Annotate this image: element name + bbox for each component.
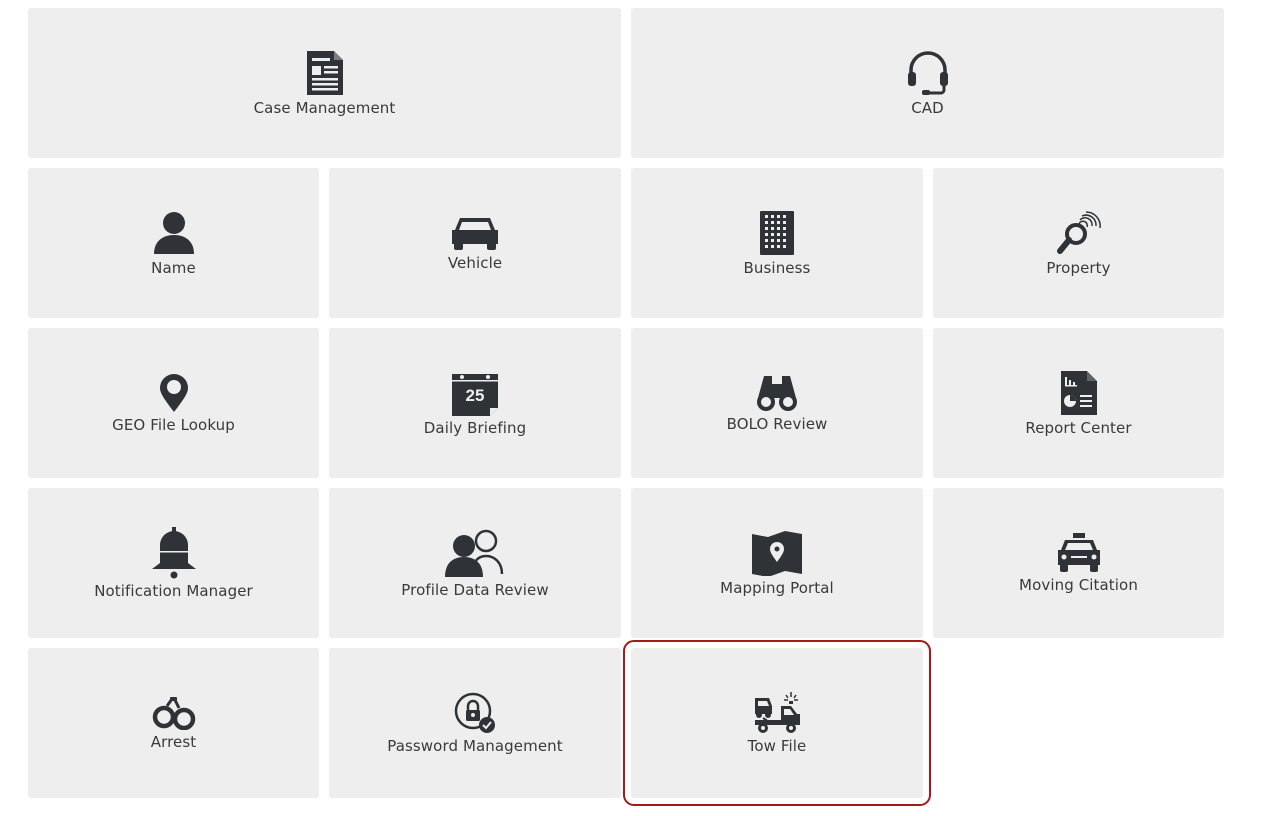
- tile-label: GEO File Lookup: [112, 415, 235, 434]
- users-icon: [444, 528, 506, 578]
- tile-label: Daily Briefing: [423, 418, 527, 437]
- headset-icon: [905, 50, 951, 96]
- fingerprint-magnifier-icon: [1056, 210, 1102, 256]
- report-icon: [1060, 370, 1098, 416]
- tile-password-management[interactable]: Password Management: [329, 648, 621, 798]
- tile-label: Mapping Portal: [720, 578, 834, 597]
- tile-notification-manager[interactable]: Notification Manager: [28, 488, 319, 638]
- tile-report-center[interactable]: Report Center: [933, 328, 1224, 478]
- tile-name[interactable]: Name: [28, 168, 319, 318]
- tile-label: CAD: [911, 98, 944, 117]
- binoculars-icon: [755, 374, 799, 412]
- tile-cad[interactable]: CAD: [631, 8, 1224, 158]
- tile-tow-file[interactable]: Tow File: [623, 640, 931, 806]
- tile-arrest[interactable]: Arrest: [28, 648, 319, 798]
- map-icon: [751, 530, 803, 576]
- tile-label: Business: [743, 258, 811, 277]
- calendar-icon: 25: [451, 370, 499, 416]
- tile-label: Property: [1046, 258, 1111, 277]
- tile-business[interactable]: Business: [631, 168, 923, 318]
- tile-label: Report Center: [1025, 418, 1132, 437]
- tile-label: Name: [151, 258, 196, 277]
- tile-label: Case Management: [253, 98, 396, 117]
- tile-label: Notification Manager: [94, 581, 253, 600]
- tile-property[interactable]: Property: [933, 168, 1224, 318]
- tile-bolo-review[interactable]: BOLO Review: [631, 328, 923, 478]
- tile-vehicle[interactable]: Vehicle: [329, 168, 621, 318]
- tile-label: Vehicle: [447, 253, 503, 272]
- person-icon: [152, 210, 196, 256]
- tile-case-management[interactable]: Case Management: [28, 8, 621, 158]
- document-icon: [305, 50, 345, 96]
- map-pin-icon: [158, 373, 190, 413]
- tile-moving-citation[interactable]: Moving Citation: [933, 488, 1224, 638]
- tile-geo-file-lookup[interactable]: GEO File Lookup: [28, 328, 319, 478]
- tile-label: Arrest: [150, 732, 197, 751]
- tile-mapping-portal[interactable]: Mapping Portal: [631, 488, 923, 638]
- building-icon: [759, 210, 795, 256]
- tile-label: Tow File: [747, 736, 807, 755]
- tile-label: Profile Data Review: [401, 580, 549, 599]
- lock-check-icon: [454, 692, 496, 734]
- tow-truck-icon: [753, 691, 801, 734]
- calendar-day: 25: [465, 385, 485, 405]
- tile-daily-briefing[interactable]: 25 Daily Briefing: [329, 328, 621, 478]
- handcuffs-icon: [152, 696, 196, 730]
- tile-label: BOLO Review: [726, 414, 828, 433]
- bell-icon: [150, 526, 198, 579]
- car-icon: [450, 215, 500, 251]
- tile-label: Password Management: [387, 736, 563, 755]
- police-car-icon: [1057, 532, 1101, 573]
- tile-label: Moving Citation: [1019, 575, 1138, 594]
- tile-profile-data-review[interactable]: Profile Data Review: [329, 488, 621, 638]
